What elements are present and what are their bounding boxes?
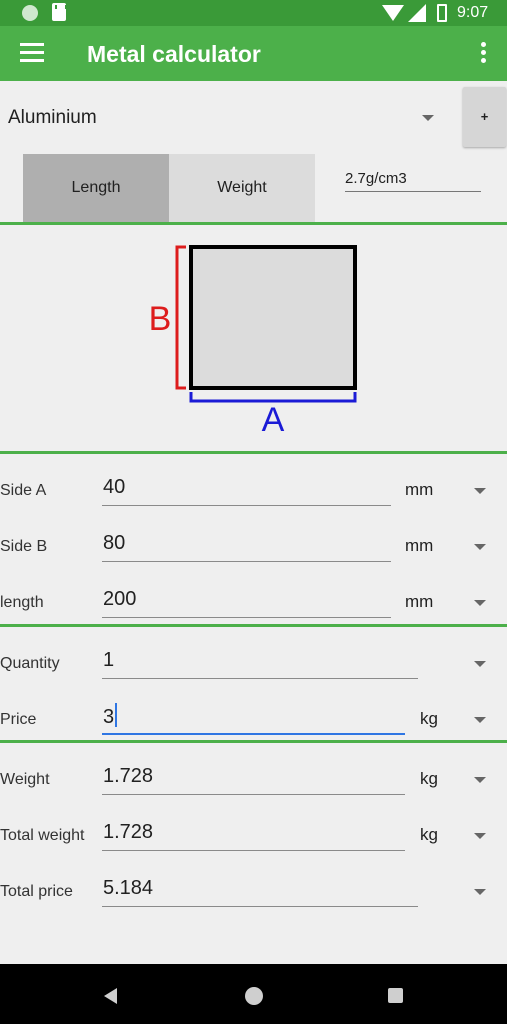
density-field[interactable]: 2.7g/cm3 — [345, 170, 481, 192]
rectangle-profile-icon: B A — [149, 245, 357, 439]
app-title: Metal calculator — [87, 41, 261, 67]
chevron-down-icon[interactable] — [474, 600, 486, 606]
divider — [0, 222, 507, 225]
length-label: length — [0, 594, 44, 611]
chevron-down-icon[interactable] — [474, 833, 486, 839]
divider — [0, 451, 507, 454]
total-price-label: Total price — [0, 883, 73, 900]
quantity-label: Quantity — [0, 655, 60, 672]
weight-output[interactable]: 1.728 — [102, 763, 405, 795]
price-input[interactable]: 3 — [102, 703, 405, 735]
chevron-down-icon[interactable] — [474, 544, 486, 550]
total-weight-row: Total weight 1.728 kg — [0, 805, 507, 857]
home-icon[interactable] — [245, 987, 263, 1005]
chevron-down-icon[interactable] — [422, 115, 434, 121]
wifi-icon — [382, 5, 404, 21]
side-a-input[interactable]: 40 — [102, 474, 391, 506]
status-time: 9:07 — [457, 4, 489, 21]
chevron-down-icon[interactable] — [474, 889, 486, 895]
tab-length[interactable]: Length — [23, 154, 169, 222]
cell-signal-icon — [408, 4, 426, 22]
quantity-input[interactable]: 1 — [102, 647, 418, 679]
overflow-menu-icon[interactable] — [476, 42, 490, 66]
material-select[interactable]: Aluminium — [8, 107, 97, 129]
total-weight-label: Total weight — [0, 827, 85, 844]
price-value: 3 — [103, 706, 115, 728]
weight-row: Weight 1.728 kg — [0, 749, 507, 801]
length-row: length 200 mm — [0, 572, 507, 624]
total-price-row: Total price 5.184 — [0, 861, 507, 913]
status-bar: 9:07 — [0, 0, 507, 26]
notification-dot-icon — [22, 5, 38, 21]
recent-apps-icon[interactable] — [388, 988, 403, 1003]
back-icon[interactable] — [104, 988, 117, 1004]
dimension-b-label: B — [149, 300, 172, 338]
chevron-down-icon[interactable] — [474, 777, 486, 783]
price-unit-select[interactable]: kg — [420, 709, 438, 729]
dimension-a-label: A — [262, 401, 285, 439]
system-navigation-bar — [0, 964, 507, 1024]
cross-section-diagram: B A — [0, 226, 507, 452]
material-selector-row: Aluminium + — [0, 81, 507, 153]
text-cursor — [115, 703, 118, 727]
app-bar: Metal calculator — [0, 26, 507, 81]
hamburger-menu-icon[interactable] — [20, 43, 44, 63]
side-b-unit-select[interactable]: mm — [405, 536, 433, 556]
total-weight-output[interactable]: 1.728 — [102, 819, 405, 851]
divider — [0, 740, 507, 743]
battery-icon — [437, 4, 447, 22]
price-label: Price — [0, 711, 37, 728]
side-b-input[interactable]: 80 — [102, 530, 391, 562]
sd-card-icon — [52, 3, 67, 21]
weight-label: Weight — [0, 771, 50, 788]
divider — [0, 624, 507, 627]
profile-shape — [189, 245, 357, 390]
length-unit-select[interactable]: mm — [405, 592, 433, 612]
chevron-down-icon[interactable] — [474, 661, 486, 667]
side-a-unit-select[interactable]: mm — [405, 480, 433, 500]
chevron-down-icon[interactable] — [474, 717, 486, 723]
side-a-row: Side A 40 mm — [0, 460, 507, 512]
chevron-down-icon[interactable] — [474, 488, 486, 494]
length-input[interactable]: 200 — [102, 586, 391, 618]
side-b-label: Side B — [0, 538, 48, 555]
side-b-row: Side B 80 mm — [0, 516, 507, 568]
side-a-label: Side A — [0, 482, 47, 499]
weight-unit-select[interactable]: kg — [420, 769, 438, 789]
tab-weight[interactable]: Weight — [169, 154, 315, 222]
add-material-button[interactable]: + — [463, 87, 506, 147]
total-price-output[interactable]: 5.184 — [102, 875, 418, 907]
dimension-a-bracket — [189, 392, 357, 403]
price-row: Price 3 kg — [0, 689, 507, 741]
quantity-row: Quantity 1 — [0, 633, 507, 685]
dimension-b-bracket — [175, 245, 186, 390]
total-weight-unit-select[interactable]: kg — [420, 825, 438, 845]
